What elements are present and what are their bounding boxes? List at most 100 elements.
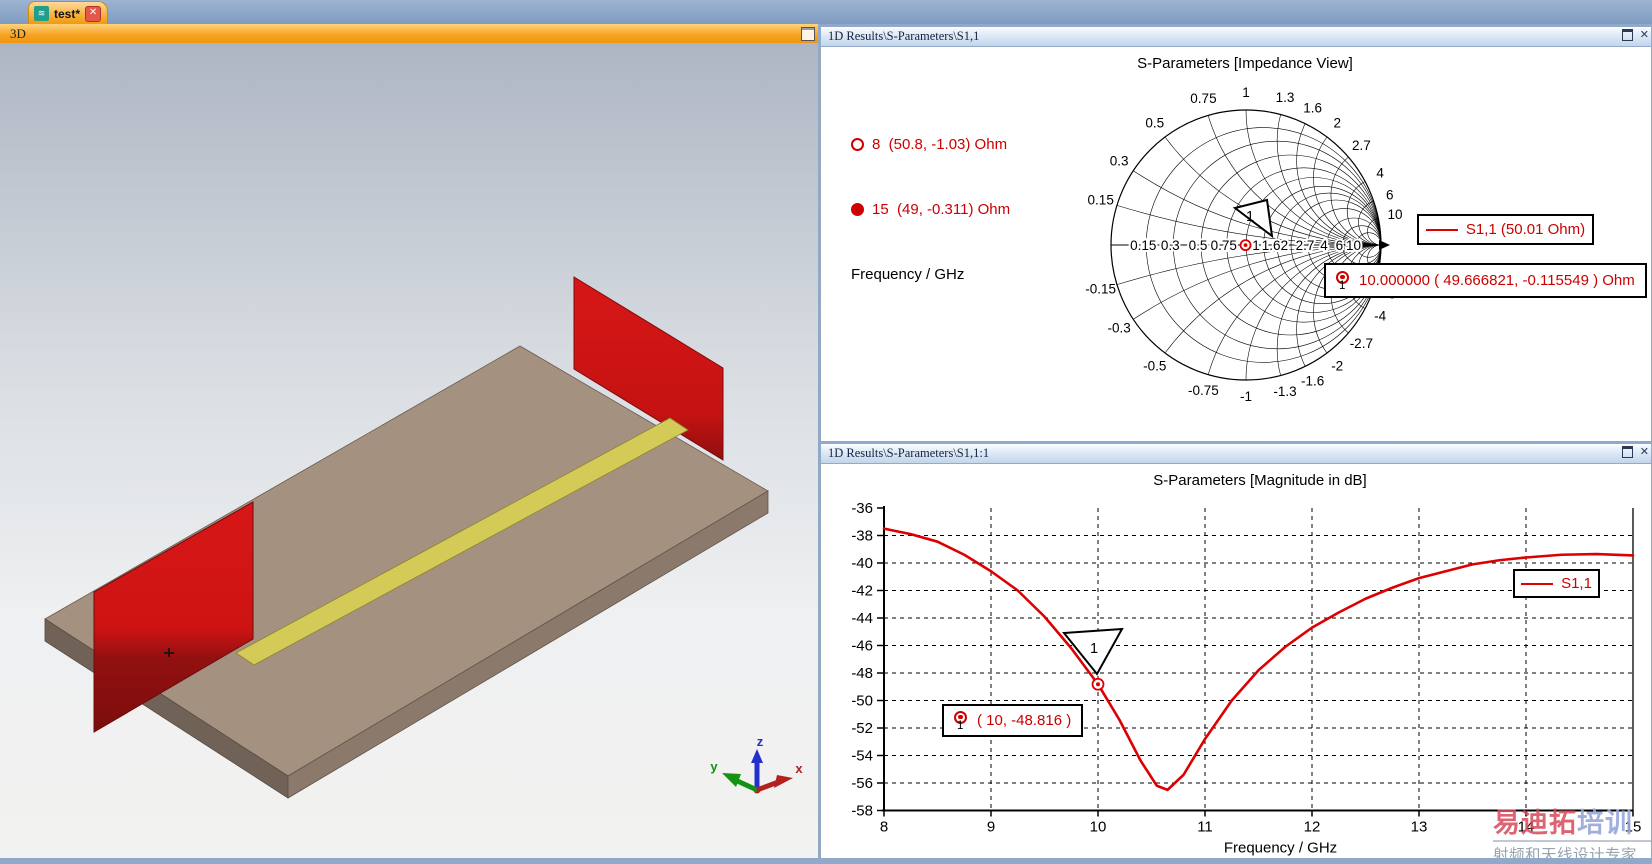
3d-view-title: 3D — [10, 26, 26, 41]
frequency-axis-caption: Frequency / GHz — [851, 266, 965, 283]
marker-index: 1 — [957, 719, 964, 732]
magnitude-curve-marker[interactable] — [1091, 677, 1105, 691]
svg-text:-52: -52 — [851, 720, 873, 737]
magnitude-marker-label-box[interactable]: 1 ( 10, -48.816 ) — [942, 704, 1084, 737]
filled-circle-marker-icon — [851, 202, 864, 216]
svg-text:0.3: 0.3 — [1110, 153, 1129, 168]
svg-text:11: 11 — [1197, 819, 1213, 836]
y-axis-arrow — [722, 773, 741, 787]
svg-text:-0.5: -0.5 — [1143, 359, 1166, 374]
svg-text:6: 6 — [1336, 238, 1344, 253]
svg-text:-46: -46 — [851, 638, 873, 655]
svg-text:4: 4 — [1376, 165, 1384, 180]
svg-text:2.7: 2.7 — [1296, 238, 1315, 253]
restore-window-icon[interactable] — [1621, 29, 1633, 41]
svg-text:0.15: 0.15 — [1088, 192, 1114, 207]
svg-text:1.6: 1.6 — [1303, 100, 1322, 115]
svg-text:0.75: 0.75 — [1190, 91, 1216, 106]
x-axis-label: x — [795, 761, 803, 776]
magnitude-window-title: 1D Results\S-Parameters\S1,1:1 — [828, 446, 990, 460]
3d-view-pane: 3D z y x — [0, 24, 818, 858]
axis-triad: z y x — [710, 734, 803, 794]
marker-readout-2: 15 (49, -0.311) Ohm — [851, 199, 1010, 221]
window-bottom-edge — [0, 858, 1652, 864]
svg-text:0.5: 0.5 — [1189, 238, 1208, 253]
smith-result-window: 1D Results\S-Parameters\S1,1 ✕ S-Paramet… — [820, 26, 1652, 442]
results-column: 1D Results\S-Parameters\S1,1 ✕ S-Paramet… — [820, 26, 1652, 864]
marker-index: 1 — [1339, 279, 1346, 292]
svg-text:-36: -36 — [851, 500, 873, 517]
svg-text:-56: -56 — [851, 775, 873, 792]
smith-window-title: 1D Results\S-Parameters\S1,1 — [828, 29, 980, 43]
svg-text:1: 1 — [1242, 85, 1250, 100]
smith-legend-box[interactable]: S1,1 (50.01 Ohm) — [1417, 214, 1594, 245]
close-window-icon[interactable]: ✕ — [1640, 29, 1649, 41]
restore-window-icon[interactable] — [1621, 446, 1633, 458]
project-icon: ≋ — [34, 6, 49, 21]
svg-text:-0.15: -0.15 — [1085, 282, 1116, 297]
marker-glyph: 1 — [954, 710, 968, 732]
svg-text:-44: -44 — [851, 610, 873, 627]
svg-text:1: 1 — [1252, 238, 1260, 253]
y-axis-label: y — [710, 759, 718, 774]
z-axis-arrow — [751, 749, 763, 763]
x-axis-arrow — [774, 775, 793, 788]
app-window: ≋ test* ✕ 3D z y x 1D Results\S-Paramete… — [0, 0, 1652, 864]
svg-text:8: 8 — [880, 819, 888, 836]
tab-close-button[interactable]: ✕ — [85, 5, 102, 22]
svg-text:0.5: 0.5 — [1145, 115, 1164, 130]
smith-marker-label-box[interactable]: 1 10.000000 ( 49.666821, -0.115549 ) Ohm — [1324, 263, 1647, 298]
svg-text:-42: -42 — [851, 583, 873, 600]
close-window-icon[interactable]: ✕ — [1640, 446, 1649, 458]
marker-readout-text: 8 (50.8, -1.03) Ohm — [872, 136, 1008, 153]
svg-text:15: 15 — [1625, 819, 1642, 836]
svg-text:0.75: 0.75 — [1211, 238, 1237, 253]
svg-text:-48: -48 — [851, 665, 873, 682]
svg-text:12: 12 — [1304, 819, 1321, 836]
smith-chart-title: S-Parameters [Impedance View] — [1137, 55, 1353, 72]
svg-text:-1.3: -1.3 — [1273, 384, 1296, 399]
document-tab-bar: ≋ test* ✕ — [0, 0, 1652, 25]
svg-text:1.3: 1.3 — [1276, 90, 1295, 105]
svg-text:-58: -58 — [851, 803, 873, 820]
document-tab[interactable]: ≋ test* ✕ — [28, 1, 109, 25]
marker-value-text: 10.000000 ( 49.666821, -0.115549 ) Ohm — [1359, 272, 1635, 289]
svg-text:0.3: 0.3 — [1161, 238, 1180, 253]
magnitude-chart-area: S-Parameters [Magnitude in dB] -36 -38 -40… — [820, 464, 1652, 864]
magnitude-chart-title: S-Parameters [Magnitude in dB] — [1153, 472, 1367, 489]
smith-curve-marker[interactable] — [1239, 239, 1252, 252]
3d-model-canvas: z y x — [44, 276, 803, 799]
svg-text:1: 1 — [1090, 641, 1098, 657]
svg-text:-54: -54 — [851, 748, 873, 765]
3d-viewport[interactable]: z y x — [0, 43, 818, 858]
svg-text:6: 6 — [1386, 188, 1394, 203]
svg-text:1.62: 1.62 — [1262, 238, 1288, 253]
svg-text:-38: -38 — [851, 528, 873, 545]
3d-view-titlebar[interactable]: 3D — [0, 24, 818, 44]
svg-text:-0.75: -0.75 — [1188, 383, 1219, 398]
marker-readout-text: 15 (49, -0.311) Ohm — [872, 200, 1011, 218]
restore-window-icon[interactable] — [801, 27, 815, 41]
svg-text:-2.7: -2.7 — [1350, 336, 1373, 351]
smith-window-titlebar[interactable]: 1D Results\S-Parameters\S1,1 ✕ — [820, 26, 1652, 47]
legend-line-sample — [1521, 582, 1554, 585]
magnitude-result-window: 1D Results\S-Parameters\S1,1:1 ✕ S-Param… — [820, 443, 1652, 864]
svg-text:-40: -40 — [851, 555, 873, 572]
open-circle-marker-icon — [851, 138, 864, 152]
svg-text:14: 14 — [1518, 819, 1535, 836]
svg-text:10: 10 — [1090, 819, 1107, 836]
magnitude-chart-svg: -36 -38 -40 -42 -44 -46 -48 -50 -52 -54 -56 -58 8 9 10… — [851, 500, 1642, 857]
legend-line-sample — [1425, 228, 1458, 231]
svg-text:2.7: 2.7 — [1352, 138, 1371, 153]
svg-text:13: 13 — [1411, 819, 1428, 836]
magnitude-legend-box[interactable]: S1,1 — [1513, 569, 1600, 598]
svg-text:-1: -1 — [1240, 389, 1252, 404]
magnitude-window-titlebar[interactable]: 1D Results\S-Parameters\S1,1:1 ✕ — [820, 443, 1652, 464]
tab-label: test* — [54, 6, 81, 21]
marker-readouts: 8 (50.8, -1.03) Ohm 15 (49, -0.311) Ohm … — [851, 91, 1010, 329]
legend-label: S1,1 (50.01 Ohm) — [1465, 221, 1586, 238]
svg-text:4: 4 — [1320, 238, 1328, 253]
svg-text:2: 2 — [1333, 115, 1341, 130]
svg-text:Frequency / GHz: Frequency / GHz — [1224, 840, 1337, 857]
z-axis-label: z — [757, 734, 764, 749]
